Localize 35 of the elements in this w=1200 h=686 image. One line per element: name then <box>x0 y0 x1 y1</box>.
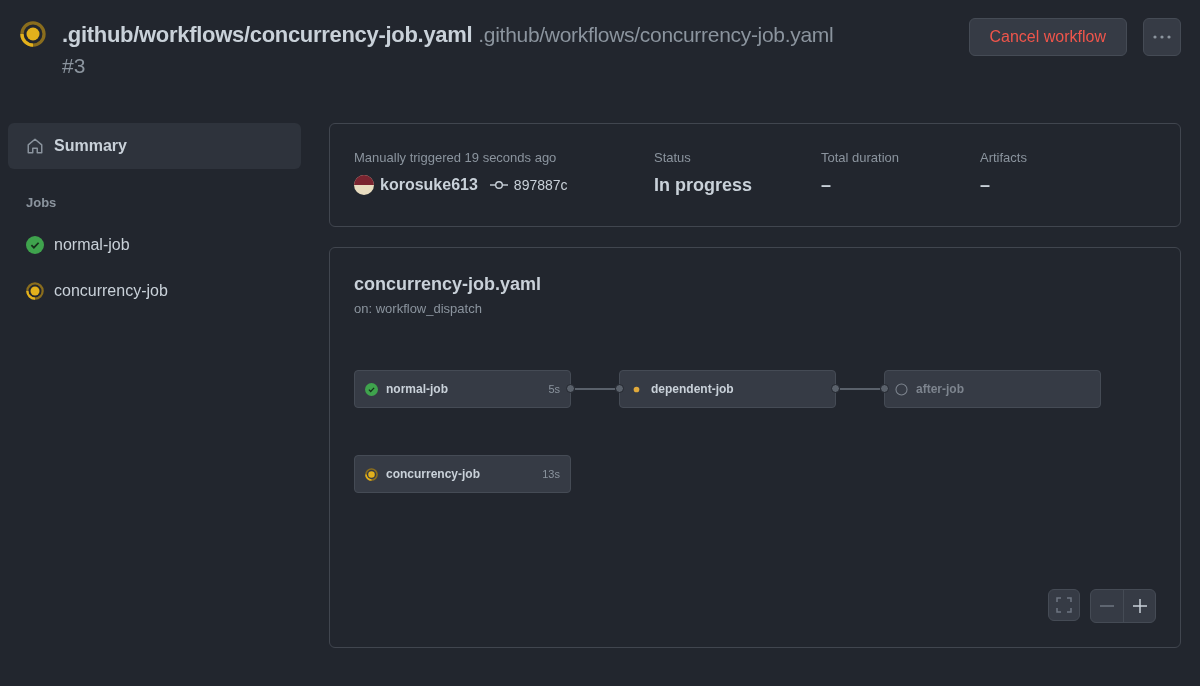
fullscreen-button[interactable] <box>1048 589 1080 621</box>
input-port-icon <box>615 384 624 393</box>
job-node[interactable]: normal-job 5s <box>354 370 571 408</box>
field-label: Total duration <box>821 150 901 165</box>
job-node[interactable]: dependent-job <box>619 370 836 408</box>
output-port-icon <box>566 384 575 393</box>
summary-nav-item[interactable]: Summary <box>8 123 301 169</box>
job-node[interactable]: concurrency-job 13s <box>354 455 571 493</box>
trigger-text: Manually triggered 19 seconds ago <box>354 150 558 165</box>
job-nav-item[interactable]: normal-job <box>8 222 301 268</box>
more-options-button[interactable] <box>1143 18 1181 56</box>
workflow-title: .github/workflows/concurrency-job.yaml <box>62 22 473 48</box>
home-icon <box>26 137 44 155</box>
workflow-path: .github/workflows/concurrency-job.yaml <box>478 23 834 47</box>
actor-name: korosuke613 <box>380 176 478 194</box>
fullscreen-icon <box>1056 597 1072 613</box>
field-label: Status <box>654 150 692 165</box>
job-nav-item[interactable]: concurrency-job <box>8 268 301 314</box>
plus-icon <box>1132 599 1147 613</box>
output-port-icon <box>831 384 840 393</box>
input-port-icon <box>880 384 889 393</box>
field-label: Artifacts <box>980 150 1028 165</box>
field-value: – <box>821 175 832 196</box>
avatar-icon <box>354 175 374 195</box>
commit-icon <box>489 180 508 190</box>
connector-line <box>839 388 881 390</box>
run-number: #3 <box>62 54 86 78</box>
field-value: – <box>980 175 991 196</box>
field-value: In progress <box>654 175 754 196</box>
graph-trigger: on: workflow_dispatch <box>354 301 483 316</box>
connector-line <box>574 388 616 390</box>
kebab-menu-icon <box>1153 35 1171 39</box>
commit-sha-link[interactable]: 897887c <box>513 177 568 193</box>
graph-title: concurrency-job.yaml <box>354 274 543 295</box>
jobs-heading: Jobs <box>25 194 58 212</box>
